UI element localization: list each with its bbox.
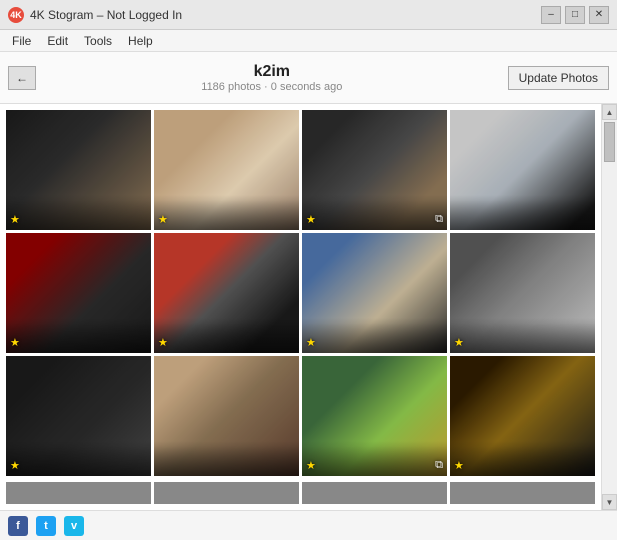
photo-star-9: ★ [10,459,20,472]
menu-file[interactable]: File [4,32,39,50]
photo-star-5: ★ [10,336,20,349]
photo-star-3: ★ [306,213,316,226]
partial-row [0,482,601,510]
twitter-icon[interactable]: t [36,516,56,536]
photo-cell-12[interactable]: ★ [450,356,595,476]
scroll-down-arrow[interactable]: ▼ [602,494,617,510]
title-bar-left: 4K 4K Stogram – Not Logged In [8,7,182,23]
photo-cell-small-15[interactable] [302,482,447,504]
photo-cell-3[interactable]: ★⧉ [302,110,447,230]
maximize-button[interactable]: □ [565,6,585,24]
profile-info: k2im 1186 photos · 0 seconds ago [36,63,508,93]
photo-album-icon-3: ⧉ [435,213,443,226]
photo-star-8: ★ [454,336,464,349]
close-button[interactable]: ✕ [589,6,609,24]
scrollbar[interactable]: ▲ ▼ [601,104,617,510]
minimize-button[interactable]: – [541,6,561,24]
photo-star-1: ★ [10,213,20,226]
title-bar: 4K 4K Stogram – Not Logged In – □ ✕ [0,0,617,30]
photo-cell-small-16[interactable] [450,482,595,504]
app-icon: 4K [8,7,24,23]
update-photos-button[interactable]: Update Photos [508,66,609,90]
photo-cell-small-14[interactable] [154,482,299,504]
menu-edit[interactable]: Edit [39,32,76,50]
scroll-track[interactable] [602,120,617,494]
photo-cell-5[interactable]: ★ [6,233,151,353]
photo-cell-8[interactable]: ★ [450,233,595,353]
photo-cell-1[interactable]: ★ [6,110,151,230]
photo-cell-small-13[interactable] [6,482,151,504]
photo-album-icon-11: ⧉ [435,459,443,472]
profile-meta: 1186 photos · 0 seconds ago [36,81,508,93]
vimeo-icon[interactable]: v [64,516,84,536]
photo-cell-11[interactable]: ★⧉ [302,356,447,476]
menu-tools[interactable]: Tools [76,32,120,50]
photo-cell-4[interactable] [450,110,595,230]
top-bar: ← k2im 1186 photos · 0 seconds ago Updat… [0,52,617,104]
photo-star-2: ★ [158,213,168,226]
facebook-icon[interactable]: f [8,516,28,536]
profile-name: k2im [36,63,508,81]
back-button[interactable]: ← [8,66,36,90]
photo-star-11: ★ [306,459,316,472]
bottom-bar: f t v [0,510,617,540]
photo-grid: ★★★⧉★★★★★★⧉★ [0,104,601,482]
photo-cell-10[interactable] [154,356,299,476]
menu-bar: File Edit Tools Help [0,30,617,52]
photo-cell-2[interactable]: ★ [154,110,299,230]
photo-cell-9[interactable]: ★ [6,356,151,476]
scroll-thumb[interactable] [604,122,615,162]
photo-cell-7[interactable]: ★ [302,233,447,353]
photo-star-12: ★ [454,459,464,472]
window-title: 4K Stogram – Not Logged In [30,8,182,22]
photo-star-7: ★ [306,336,316,349]
scroll-up-arrow[interactable]: ▲ [602,104,617,120]
photo-cell-6[interactable]: ★ [154,233,299,353]
window-controls: – □ ✕ [541,6,609,24]
menu-help[interactable]: Help [120,32,161,50]
photo-star-6: ★ [158,336,168,349]
